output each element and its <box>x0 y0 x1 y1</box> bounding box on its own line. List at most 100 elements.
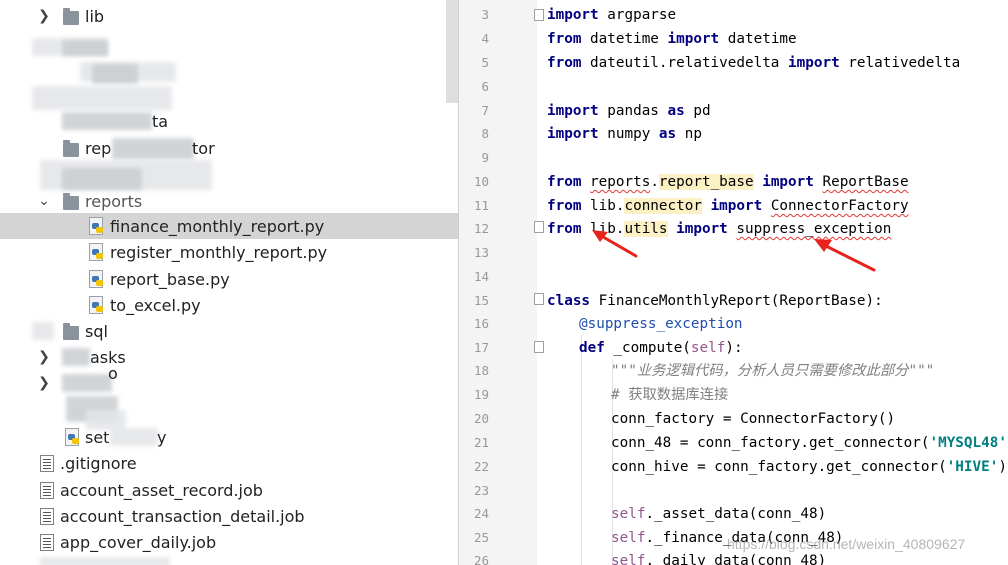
tree-item-label: rep <box>85 138 112 158</box>
line-number: 26 <box>473 553 489 565</box>
code-line: 12 from lib.utils import suppress_except… <box>459 217 1008 241</box>
folder-icon <box>63 8 79 25</box>
chevron-right-icon[interactable]: ❯ <box>36 375 52 391</box>
tree-item-finance-monthly-report[interactable]: finance_monthly_report.py <box>0 213 458 239</box>
redacted-area <box>112 138 194 160</box>
tree-item-label: report_base.py <box>110 269 230 289</box>
code-line: 5 from dateutil.relativedelta import rel… <box>459 51 1008 75</box>
redacted-area <box>62 348 90 366</box>
code-text: self._asset_data(conn_48) <box>611 506 827 522</box>
tree-item-tasks[interactable]: ❯ asks <box>0 344 446 370</box>
tree-item-label: register_monthly_report.py <box>110 242 328 262</box>
text-file-icon <box>40 534 54 551</box>
line-number: 9 <box>481 150 489 165</box>
tree-item-setup[interactable]: set y <box>0 424 446 450</box>
tree-item-folder[interactable]: ❯ o <box>0 364 446 396</box>
tree-item-account-asset-record[interactable]: account_asset_record.job <box>0 477 446 503</box>
redacted-area <box>92 64 138 84</box>
tree-item-label: o <box>108 364 118 383</box>
tree-item-label: account_asset_record.job <box>60 480 263 500</box>
code-text: import pandas as pd <box>547 103 711 119</box>
text-file-icon <box>40 455 54 472</box>
line-number: 11 <box>473 198 489 213</box>
code-line: 20 conn_factory = ConnectorFactory() <box>459 407 1008 431</box>
tree-item-to-excel[interactable]: to_excel.py <box>0 292 446 318</box>
line-number: 7 <box>481 103 489 118</box>
code-text: def _compute(self): <box>579 340 743 356</box>
code-text: from datetime import datetime <box>547 31 797 47</box>
chevron-right-icon[interactable]: ❯ <box>36 8 52 24</box>
project-tree-panel: ❯ lib ta rep tor ⌄ reports finance_month… <box>0 0 458 565</box>
code-line: 6 <box>459 75 1008 99</box>
line-number: 15 <box>473 293 489 308</box>
redacted-area <box>40 557 170 565</box>
code-text: from dateutil.relativedelta import relat… <box>547 55 961 71</box>
tree-item-label: to_excel.py <box>110 295 201 315</box>
code-line: 13 <box>459 241 1008 265</box>
code-text: from reports.report_base import ReportBa… <box>547 174 909 190</box>
tree-item-sql[interactable]: sql <box>0 318 446 344</box>
code-comment: # 获取数据库连接 <box>611 387 729 403</box>
folder-icon <box>63 323 79 340</box>
tree-item-ta[interactable]: ta <box>0 108 446 134</box>
code-text: class FinanceMonthlyReport(ReportBase): <box>547 293 883 309</box>
redacted-area <box>62 40 108 56</box>
code-line: 19 # 获取数据库连接 <box>459 383 1008 407</box>
redacted-area <box>62 374 112 392</box>
tree-item-account-transaction-detail[interactable]: account_transaction_detail.job <box>0 503 446 529</box>
code-text: import argparse <box>547 7 677 23</box>
line-number: 22 <box>473 459 489 474</box>
code-text: from lib.connector import ConnectorFacto… <box>547 198 909 214</box>
code-text: conn_hive = conn_factory.get_connector('… <box>611 459 1007 475</box>
code-editor[interactable]: 3 import argparse 4 from datetime import… <box>459 0 1008 565</box>
python-file-icon <box>88 270 104 288</box>
tree-item-label-tail: tor <box>192 138 215 158</box>
code-text: @suppress_exception <box>579 316 743 332</box>
line-number: 18 <box>473 363 489 378</box>
code-line: 10 from reports.report_base import Repor… <box>459 170 1008 194</box>
line-number: 10 <box>473 174 489 189</box>
redacted-area <box>110 428 158 446</box>
code-line: 9 <box>459 146 1008 170</box>
code-line: 15 class FinanceMonthlyReport(ReportBase… <box>459 289 1008 313</box>
line-number: 16 <box>473 316 489 331</box>
redacted-area <box>62 168 142 190</box>
code-text: conn_48 = conn_factory.get_connector('MY… <box>611 435 1008 451</box>
text-file-icon <box>40 508 54 525</box>
code-text: conn_factory = ConnectorFactory() <box>611 411 896 427</box>
tree-item-app-cover-daily[interactable]: app_cover_daily.job <box>0 529 446 555</box>
python-file-icon <box>88 296 104 314</box>
line-number: 6 <box>481 79 489 94</box>
tree-item-label: lib <box>85 6 105 26</box>
line-number: 20 <box>473 411 489 426</box>
code-line: 24 self._asset_data(conn_48) <box>459 502 1008 526</box>
docstring: """业务逻辑代码，分析人员只需要修改此部分""" <box>611 363 935 379</box>
annotation-arrow-icon <box>592 230 638 258</box>
tree-item-label-tail: y <box>157 427 167 447</box>
line-number: 13 <box>473 245 489 260</box>
tree-item-label: app_cover_daily.job <box>60 532 217 552</box>
annotation-arrow-icon <box>814 239 876 272</box>
code-text: import numpy as np <box>547 126 702 142</box>
line-number: 8 <box>481 126 489 141</box>
line-number: 17 <box>473 340 489 355</box>
code-line: 21 conn_48 = conn_factory.get_connector(… <box>459 431 1008 455</box>
tree-item-gitignore[interactable]: .gitignore <box>0 450 446 476</box>
tree-item-reports[interactable]: ⌄ reports <box>0 188 446 214</box>
line-number: 25 <box>473 530 489 545</box>
watermark: https://blog.csdn.net/weixin_40809627 <box>727 536 966 552</box>
tree-scrollbar[interactable] <box>446 0 458 103</box>
code-line: 3 import argparse <box>459 3 1008 27</box>
code-line: 7 import pandas as pd <box>459 99 1008 123</box>
line-number: 23 <box>473 483 489 498</box>
code-line: 14 <box>459 265 1008 289</box>
tree-item-lib[interactable]: ❯ lib <box>0 3 446 29</box>
tree-item-register-monthly-report[interactable]: register_monthly_report.py <box>0 239 446 265</box>
text-file-icon <box>40 482 54 499</box>
tree-item-report-base[interactable]: report_base.py <box>0 266 446 292</box>
chevron-down-icon[interactable]: ⌄ <box>36 193 52 209</box>
tree-item-rep[interactable]: rep tor <box>0 135 446 161</box>
tree-item-label: reports <box>85 191 143 211</box>
chevron-right-icon[interactable]: ❯ <box>36 349 52 365</box>
python-file-icon <box>64 428 80 446</box>
